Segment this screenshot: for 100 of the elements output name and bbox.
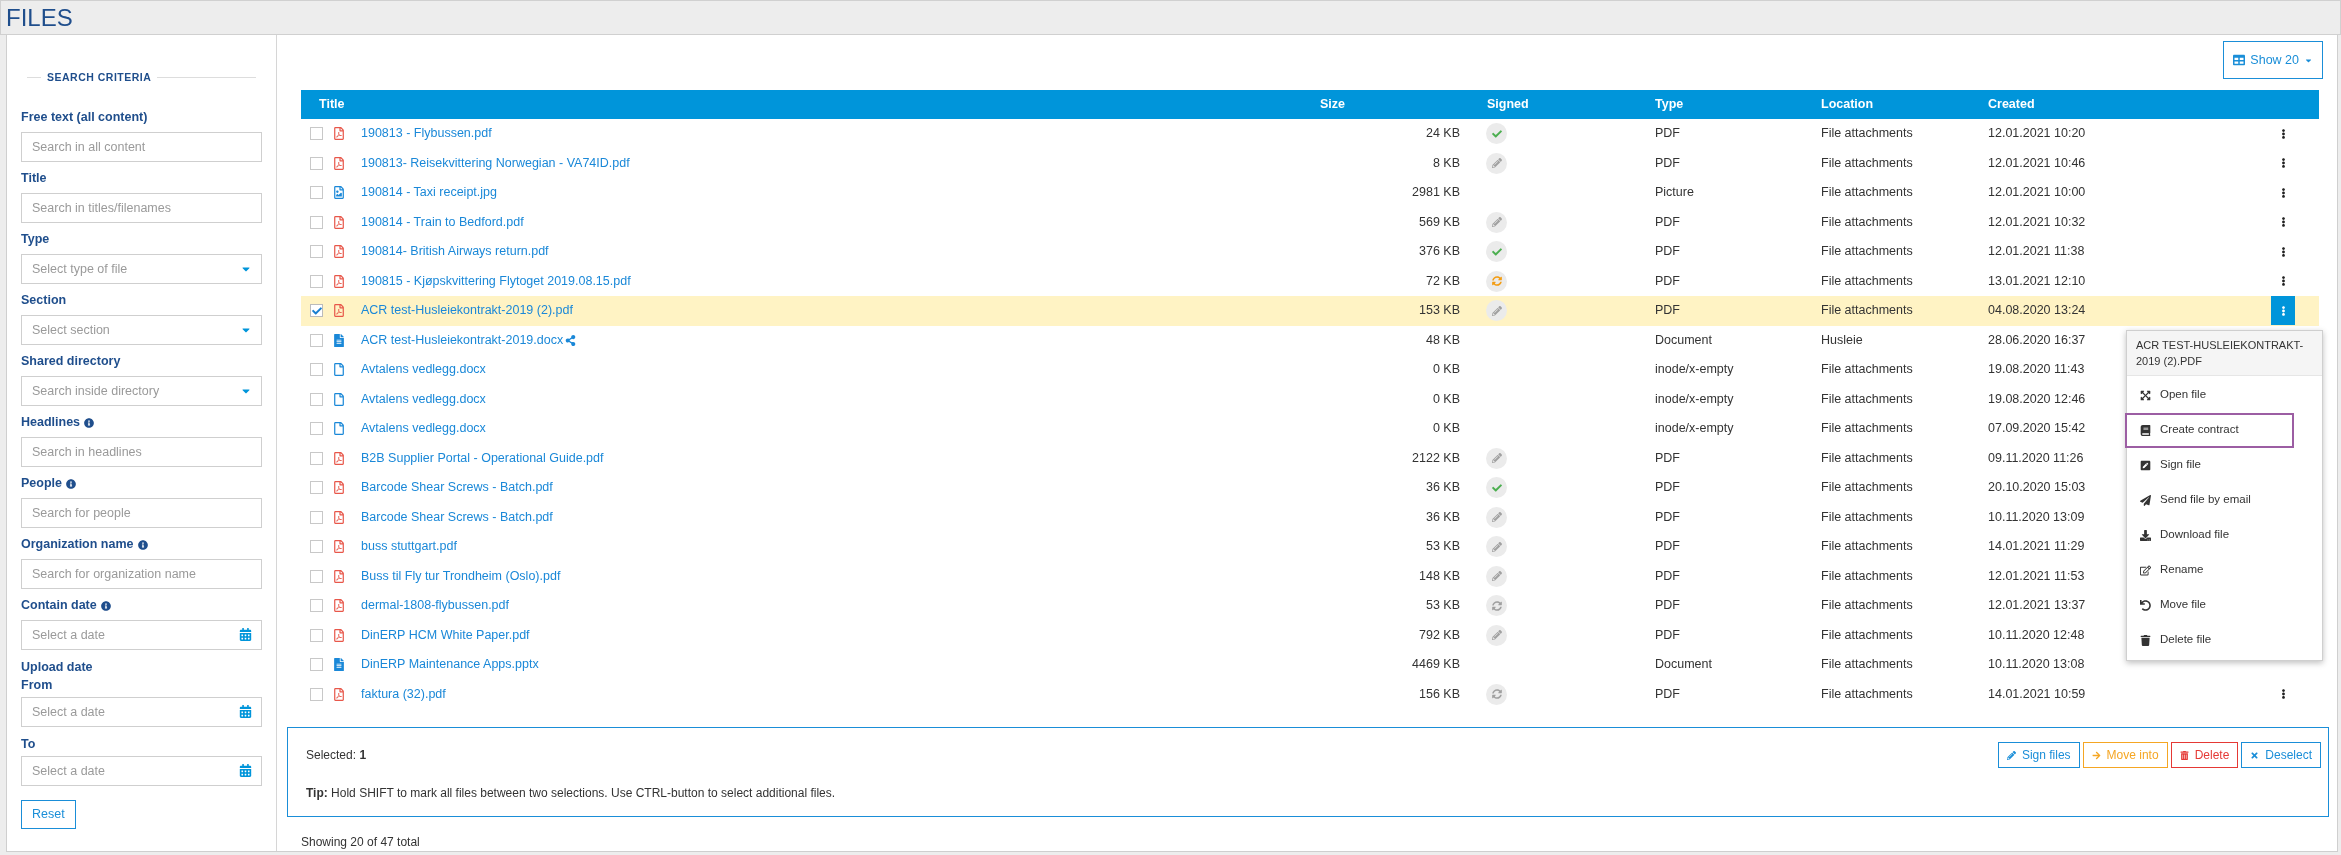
action-button[interactable]: Deselect [2241,742,2321,768]
select-field[interactable]: Search inside directory [21,375,262,406]
date-field[interactable]: Select a date [21,755,262,786]
check-icon [1491,128,1502,139]
checkbox[interactable] [310,363,323,377]
file-link[interactable]: buss stuttgart.pdf [361,537,457,557]
file-link[interactable]: ACR test-Husleiekontrakt-2019.docx [361,330,564,350]
pdf-file-icon [333,599,345,613]
type-cell-text: inode/x-empty [1655,390,1734,408]
type-cell-text: PDF [1655,567,1680,585]
menu-item[interactable]: Rename [2125,552,2324,588]
file-link[interactable]: Buss til Fly tur Trondheim (Oslo).pdf [361,566,561,586]
action-button[interactable]: Delete [2170,742,2239,768]
location-cell-text: File attachments [1821,420,1913,438]
file-link[interactable]: faktura (32).pdf [361,684,446,704]
file-link[interactable]: B2B Supplier Portal - Operational Guide.pdf [361,448,604,468]
file-link[interactable]: 190813 - Flybussen.pdf [361,124,492,144]
checkbox[interactable] [310,422,323,436]
checkbox[interactable] [310,304,323,318]
location-cell-text: File attachments [1821,302,1913,320]
created-cell-text: 19.08.2020 11:43 [1988,361,2085,379]
select-field[interactable]: Select section [21,314,262,345]
size-cell-text: 0 KB [1432,390,1460,408]
pencil-icon [2006,750,2016,760]
file-link[interactable]: DinERP HCM White Paper.pdf [361,625,530,645]
size-cell-text: 148 KB [1419,567,1460,585]
pdf-file-icon [333,481,345,495]
checkbox[interactable] [310,599,323,613]
checkbox[interactable] [310,628,323,642]
menu-item[interactable]: Send file by email [2125,482,2324,518]
column-header: Size [1320,96,1345,114]
checkbox[interactable] [310,215,323,229]
file-link[interactable]: 190814- British Airways return.pdf [361,242,549,262]
date-field[interactable]: Select a date [21,696,262,727]
menu-item[interactable]: Move file [2125,587,2324,623]
column-header: Type [1655,96,1684,114]
expand-icon [2140,389,2151,401]
checkbox[interactable] [310,510,323,524]
reset-button[interactable]: Reset [21,799,76,829]
checkbox[interactable] [310,127,323,141]
file-link[interactable]: Barcode Shear Screws - Batch.pdf [361,507,553,527]
input-field[interactable]: Search for organization name [21,558,262,589]
field-label: People [21,475,62,493]
date-field[interactable]: Select a date [21,619,262,650]
size-cell-text: 0 KB [1432,420,1460,438]
file-link[interactable]: Avtalens vedlegg.docx [361,389,486,409]
type-cell-text: Picture [1655,184,1694,202]
type-cell-text: PDF [1655,302,1680,320]
pencil-icon [1491,158,1502,169]
input-field[interactable]: Search in all content [21,131,262,162]
location-cell-text: File attachments [1821,390,1913,408]
blank-file-icon [333,422,345,436]
file-link[interactable]: DinERP Maintenance Apps.pptx [361,655,539,675]
input-field[interactable]: Search for people [21,497,262,528]
input-field[interactable]: Search in headlines [21,436,262,467]
checkbox[interactable] [310,687,323,701]
pdf-file-icon [333,304,345,318]
calendar-icon [239,704,252,718]
menu-item[interactable]: Download file [2125,517,2324,553]
calendar-icon [239,627,252,641]
checkbox[interactable] [310,245,323,259]
row-menu-button[interactable] [2271,296,2295,326]
pencil-icon [1491,541,1502,552]
checkbox[interactable] [310,186,323,200]
created-cell-text: 14.01.2021 11:29 [1988,538,2085,556]
file-link[interactable]: Barcode Shear Screws - Batch.pdf [361,478,553,498]
table-icon [2233,54,2246,66]
file-link[interactable]: 190813- Reisekvittering Norwegian - VA74ID.pdf [361,153,630,173]
checkbox[interactable] [310,156,323,170]
select-field[interactable]: Select type of file [21,253,262,284]
checkbox[interactable] [310,392,323,406]
column-header: Created [1988,96,2035,114]
show-count-button[interactable]: Show 20 [2223,41,2323,79]
checkbox[interactable] [310,540,323,554]
file-link[interactable]: ACR test-Husleiekontrakt-2019 (2).pdf [361,301,573,321]
file-link[interactable]: Avtalens vedlegg.docx [361,419,486,439]
file-link[interactable]: 190814 - Taxi receipt.jpg [361,183,497,203]
menu-item[interactable]: Sign file [2125,447,2324,483]
size-cell-text: 53 KB [1425,538,1460,556]
checkbox[interactable] [310,274,323,288]
created-cell-text: 12.01.2021 10:20 [1988,125,2086,143]
checkbox[interactable] [310,451,323,465]
action-button[interactable]: Sign files [1997,742,2080,768]
menu-item[interactable]: Create contract [2125,412,2294,448]
checkbox[interactable] [310,481,323,495]
file-link[interactable]: 190814 - Train to Bedford.pdf [361,212,524,232]
type-cell-text: inode/x-empty [1655,361,1734,379]
type-cell-text: Document [1655,331,1712,349]
menu-item[interactable]: Delete file [2125,622,2324,658]
checkbox[interactable] [310,569,323,583]
menu-item[interactable]: Open file [2125,377,2324,413]
checkbox[interactable] [310,333,323,347]
file-link[interactable]: 190815 - Kjøpskvittering Flytoget 2019.08.15.pdf [361,271,631,291]
file-link[interactable]: Avtalens vedlegg.docx [361,360,486,380]
type-cell-text: PDF [1655,508,1680,526]
trash-icon [2179,750,2189,760]
action-button[interactable]: Move into [2082,742,2168,768]
file-link[interactable]: dermal-1808-flybussen.pdf [361,596,509,616]
checkbox[interactable] [310,658,323,672]
input-field[interactable]: Search in titles/filenames [21,192,262,223]
